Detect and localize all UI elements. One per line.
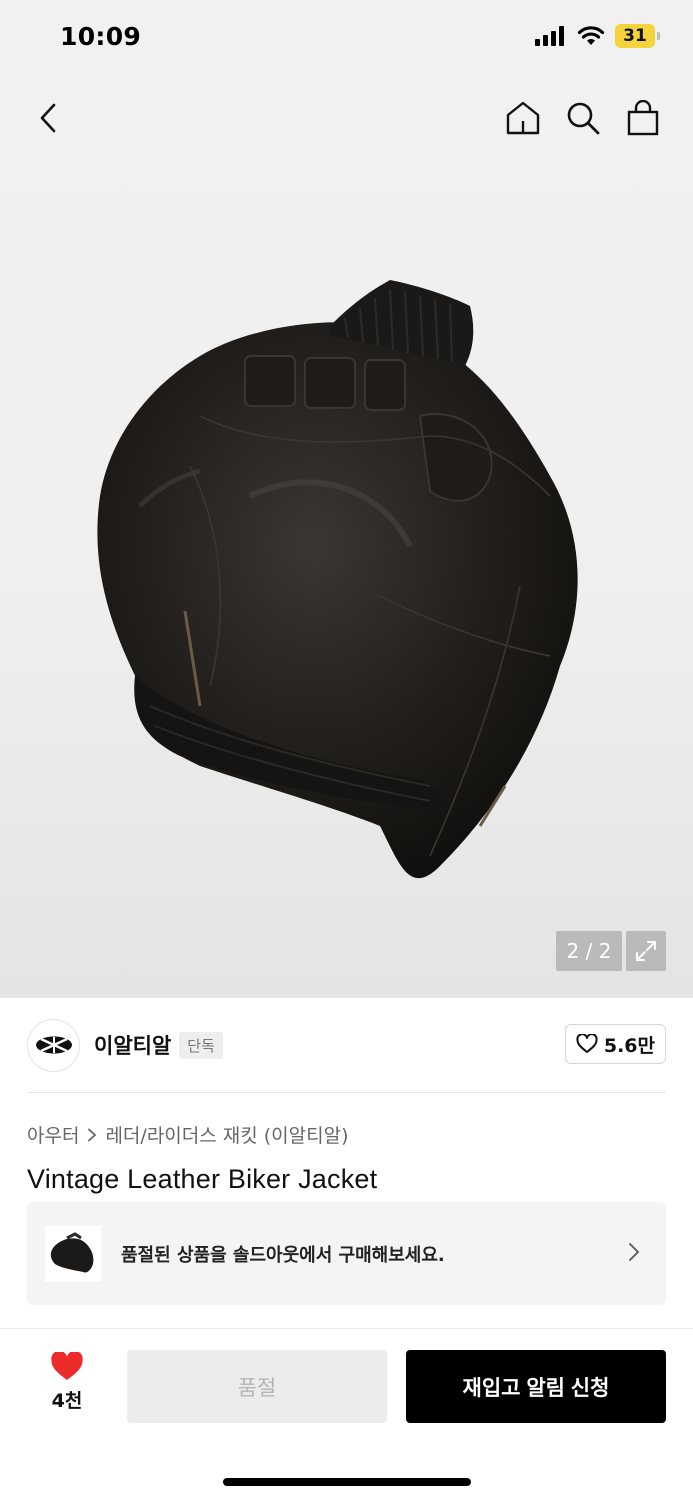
battery-icon: 31 — [615, 24, 660, 48]
brand-logo-icon — [35, 1036, 72, 1054]
brand-logo[interactable] — [27, 1018, 80, 1072]
product-title: Vintage Leather Biker Jacket — [27, 1164, 378, 1194]
divider — [27, 1092, 666, 1093]
product-photo — [97, 280, 578, 879]
heart-filled-icon — [51, 1352, 83, 1380]
brand-like-count: 5.6만 — [603, 1034, 655, 1057]
heart-outline-icon — [576, 1034, 598, 1053]
breadcrumb-category[interactable]: 아우터 — [27, 1121, 79, 1148]
back-chevron-icon — [40, 103, 56, 133]
soldout-market-banner[interactable]: 품절된 상품을 솔드아웃에서 구매해보세요. — [27, 1202, 666, 1305]
brand-row: 이알티알 단독 5.6만 — [27, 1018, 666, 1072]
favorite-count: 4천 — [51, 1390, 83, 1412]
cellular-signal-icon — [535, 26, 564, 46]
home-icon — [506, 101, 540, 135]
favorite-button[interactable]: 4천 — [40, 1352, 94, 1413]
expand-button[interactable] — [626, 931, 666, 971]
status-time: 10:09 — [60, 22, 142, 51]
home-button[interactable] — [503, 96, 543, 140]
bottom-bar-divider — [0, 1328, 693, 1329]
brand-like-button[interactable]: 5.6만 — [564, 1024, 666, 1064]
expand-icon — [636, 941, 656, 961]
status-icons: 31 — [535, 24, 660, 48]
back-button[interactable] — [30, 98, 66, 138]
chevron-right-icon — [629, 1243, 640, 1261]
cart-button[interactable] — [623, 96, 663, 140]
nav-actions — [503, 96, 663, 140]
breadcrumb: 아우터 레더/라이더스 재킷 (이알티알) — [27, 1121, 349, 1148]
home-indicator — [223, 1478, 471, 1486]
chevron-right-icon — [88, 1128, 97, 1141]
image-counter: 2 / 2 — [556, 931, 622, 971]
banner-text: 품절된 상품을 솔드아웃에서 구매해보세요. — [121, 1244, 445, 1266]
soldout-button[interactable]: 품절 — [127, 1350, 387, 1423]
search-icon — [567, 102, 600, 135]
breadcrumb-subcategory[interactable]: 레더/라이더스 재킷 (이알티알) — [105, 1121, 348, 1148]
banner-thumbnail — [45, 1225, 101, 1282]
product-image-gallery[interactable]: 2 / 2 — [0, 76, 693, 998]
exclusive-badge: 단독 — [179, 1031, 223, 1059]
restock-alert-button[interactable]: 재입고 알림 신청 — [406, 1350, 666, 1423]
status-bar: 10:09 31 — [0, 0, 693, 76]
brand-name[interactable]: 이알티알 — [94, 1030, 171, 1060]
search-button[interactable] — [563, 96, 603, 140]
wifi-icon — [577, 26, 605, 45]
shopping-bag-icon — [627, 100, 659, 136]
